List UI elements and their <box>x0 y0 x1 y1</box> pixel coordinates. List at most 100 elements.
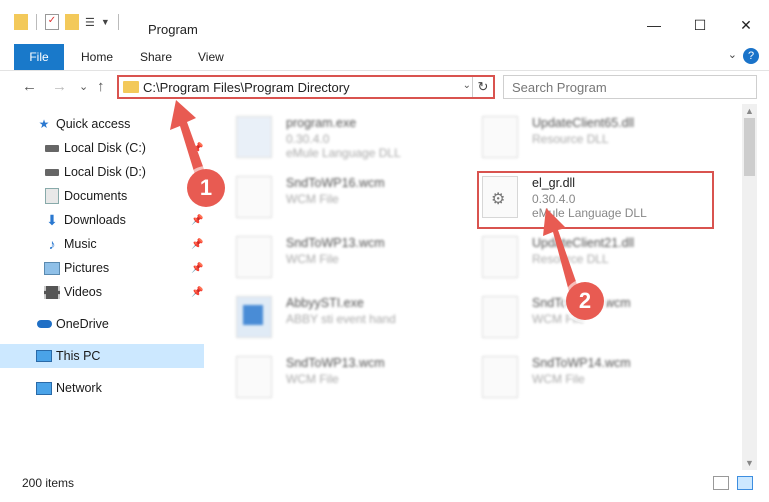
sidebar-item-music[interactable]: ♪ Music 📌 <box>0 232 204 256</box>
sidebar-item-local-disk-c[interactable]: Local Disk (C:) 📌 <box>0 136 204 160</box>
network-icon <box>36 380 52 396</box>
wcm-file-icon <box>482 296 518 338</box>
address-bar[interactable]: C:\Program Files\Program Directory ⌄ ↻ <box>117 75 495 99</box>
refresh-icon[interactable]: ↻ <box>472 77 493 97</box>
help-icon[interactable]: ? <box>743 48 759 64</box>
large-icons-view-icon[interactable] <box>737 476 753 490</box>
up-button[interactable]: ↑ <box>97 78 105 95</box>
download-icon: ⬇ <box>46 211 58 228</box>
sidebar-item-label: Documents <box>64 189 128 203</box>
file-item[interactable]: SndToWP16.wcm WCM File <box>230 170 470 226</box>
file-name: SndToWP16.wcm <box>286 176 385 190</box>
quick-access-toolbar: ✓ ☰ ▼ <box>14 14 121 30</box>
file-type: Resource DLL <box>532 252 609 266</box>
sidebar-item-onedrive[interactable]: OneDrive <box>0 312 204 336</box>
minimize-button[interactable]: — <box>631 10 677 40</box>
sidebar-item-label: Local Disk (C:) <box>64 141 146 155</box>
documents-icon <box>44 188 60 204</box>
ribbon: File Home Share View ⌄ ? <box>0 44 769 71</box>
videos-icon <box>44 284 60 300</box>
dll-file-icon <box>482 236 518 278</box>
sidebar-item-videos[interactable]: Videos 📌 <box>0 280 204 304</box>
sidebar-item-label: This PC <box>56 349 101 363</box>
pin-icon: 📌 <box>191 262 204 274</box>
file-name: UpdateClient65.dll <box>532 116 635 130</box>
sidebar-item-label: Quick access <box>56 117 131 131</box>
file-item[interactable]: program.exe 0.30.4.0 eMule Language DLL <box>230 110 470 166</box>
file-item[interactable]: UpdateClient21.dll Resource DLL <box>476 230 716 286</box>
tab-view[interactable]: View <box>198 50 224 64</box>
file-item[interactable]: SndToWP14.wcm WCM File <box>476 350 716 406</box>
exe-file-icon <box>236 116 272 158</box>
item-count: 200 items <box>22 476 75 490</box>
wcm-file-icon <box>482 356 518 398</box>
chevron-down-icon[interactable]: ▼ <box>101 17 110 27</box>
recent-locations-icon[interactable]: ⌄ <box>79 80 88 93</box>
sidebar-item-label: Downloads <box>64 213 126 227</box>
navigation-bar: ← → ⌄ ↑ C:\Program Files\Program Directo… <box>0 72 769 102</box>
file-name: program.exe <box>286 116 357 130</box>
file-item[interactable]: UpdateClient65.dll Resource DLL <box>476 110 716 166</box>
scroll-up-icon[interactable]: ▲ <box>745 106 754 116</box>
back-button[interactable]: ← <box>22 78 37 95</box>
file-name: SndToWP13.wcm <box>286 236 385 250</box>
file-type: WCM File <box>286 252 339 266</box>
new-folder-icon[interactable] <box>65 14 79 30</box>
pictures-icon <box>44 260 60 276</box>
window-title: Program <box>148 22 198 37</box>
tab-share[interactable]: Share <box>140 50 172 64</box>
exe-file-icon <box>236 296 272 338</box>
file-name: AbbyySTI.exe <box>286 296 364 310</box>
address-dropdown-icon[interactable]: ⌄ <box>463 80 471 91</box>
properties-icon[interactable]: ✓ <box>45 14 59 30</box>
navigation-pane: ★ Quick access Local Disk (C:) 📌 Local D… <box>0 108 208 470</box>
customize-icon[interactable]: ☰ <box>85 16 95 29</box>
sidebar-item-label: Music <box>64 237 97 251</box>
sidebar-item-quick-access[interactable]: ★ Quick access <box>0 112 204 136</box>
separator <box>117 14 119 30</box>
file-item[interactable]: AbbyySTI.exe ABBY sti event hand <box>230 290 470 346</box>
drive-icon <box>44 164 60 180</box>
search-input[interactable]: Search Program <box>503 75 757 99</box>
sidebar-item-label: Local Disk (D:) <box>64 165 146 179</box>
folder-icon <box>123 81 139 93</box>
maximize-button[interactable]: ☐ <box>677 10 723 40</box>
music-icon: ♪ <box>48 236 56 252</box>
pin-icon: 📌 <box>191 238 204 250</box>
scroll-down-icon[interactable]: ▼ <box>745 458 754 468</box>
sidebar-item-label: Network <box>56 381 102 395</box>
file-version: 0.30.4.0 <box>286 132 330 146</box>
address-path[interactable]: C:\Program Files\Program Directory <box>143 80 350 95</box>
star-icon: ★ <box>38 117 50 131</box>
file-name: UpdateClient21.dll <box>532 236 635 250</box>
scrollbar-thumb[interactable] <box>744 118 755 176</box>
vertical-scrollbar[interactable]: ▲ ▼ <box>742 104 757 470</box>
sidebar-item-this-pc[interactable]: This PC <box>0 344 204 368</box>
drive-icon <box>44 140 60 156</box>
tab-file[interactable]: File <box>14 44 64 70</box>
file-highlight-box <box>477 171 714 229</box>
details-view-icon[interactable] <box>713 476 729 490</box>
file-description: ABBY sti event hand <box>286 312 396 326</box>
sidebar-item-pictures[interactable]: Pictures 📌 <box>0 256 204 280</box>
file-item[interactable]: SndToWP13.wcm WCM File <box>230 350 470 406</box>
sidebar-item-label: OneDrive <box>56 317 109 331</box>
file-type: WCM File <box>286 192 339 206</box>
forward-button[interactable]: → <box>52 78 67 95</box>
search-placeholder: Search Program <box>512 80 607 95</box>
sidebar-item-local-disk-d[interactable]: Local Disk (D:) <box>0 160 204 184</box>
folder-icon <box>14 14 28 30</box>
file-type: WCM File <box>532 372 585 386</box>
sidebar-item-downloads[interactable]: ⬇ Downloads 📌 <box>0 208 204 232</box>
expand-ribbon-icon[interactable]: ⌄ <box>728 48 737 61</box>
sidebar-item-network[interactable]: Network <box>0 376 204 400</box>
wcm-file-icon <box>236 236 272 278</box>
file-description: eMule Language DLL <box>286 146 401 160</box>
sidebar-item-documents[interactable]: Documents 📌 <box>0 184 204 208</box>
file-type: Resource DLL <box>532 132 609 146</box>
wcm-file-icon <box>236 176 272 218</box>
tab-home[interactable]: Home <box>81 50 113 64</box>
file-item[interactable]: SndToWP13.wcm WCM File <box>230 230 470 286</box>
sidebar-item-label: Videos <box>64 285 102 299</box>
close-button[interactable]: ✕ <box>723 10 769 40</box>
